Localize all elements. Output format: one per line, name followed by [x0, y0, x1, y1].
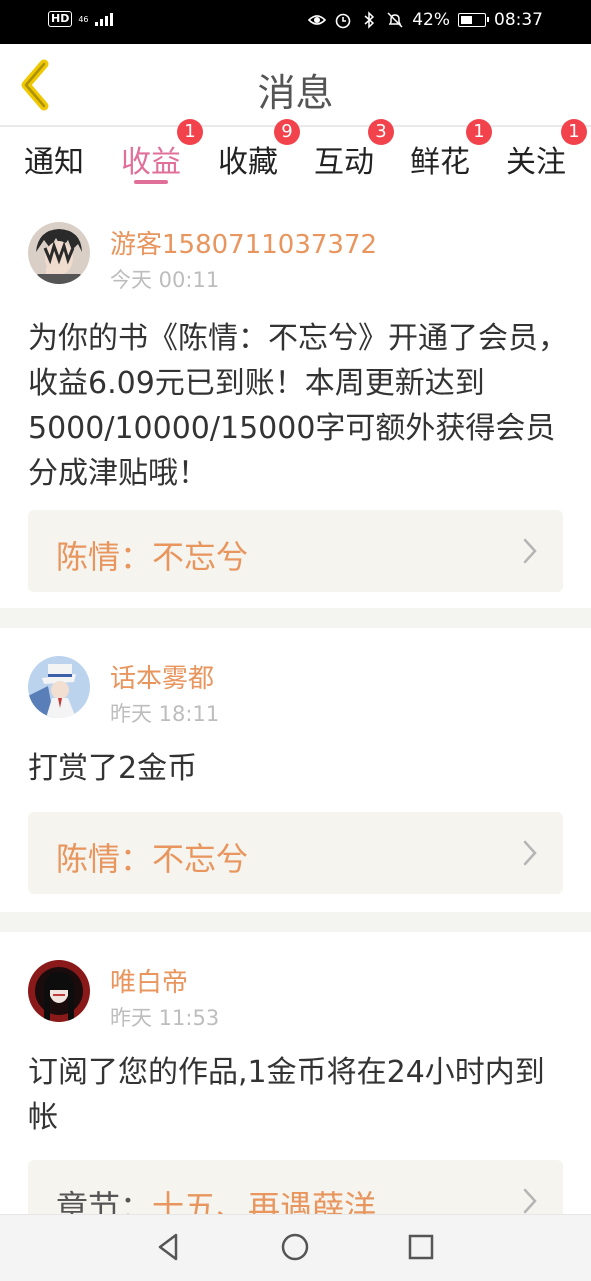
tab-earnings[interactable]: 收益 [121, 137, 181, 181]
tab-flowers-badge: 1 [466, 119, 492, 145]
tab-interactions[interactable]: 互动 [314, 137, 374, 181]
timestamp: 昨天 11:53 [110, 1006, 220, 1030]
message-text: 为你的书《陈情：不忘兮》开通了会员，收益6.09元已到账！本周更新达到5000/… [28, 321, 568, 491]
book-link[interactable]: 陈情：不忘兮 [28, 812, 563, 894]
message-list: 游客1580711037372 今天 00:11 为你的书《陈情：不忘兮》开通了… [0, 196, 591, 1214]
clock: 08:37 [494, 10, 543, 30]
message-text: 打赏了2金币 [28, 751, 198, 786]
message-card: 游客1580711037372 今天 00:11 为你的书《陈情：不忘兮》开通了… [0, 196, 591, 608]
tab-interactions-badge: 3 [368, 119, 394, 145]
active-tab-indicator [134, 180, 168, 184]
book-title: 陈情：不忘兮 [56, 538, 249, 576]
chapter-link[interactable]: 章节：十五、再遇薛洋 [28, 1160, 563, 1214]
username[interactable]: 唯白帝 [110, 962, 188, 999]
tab-favorites[interactable]: 收藏 [218, 137, 278, 181]
battery-icon [458, 13, 489, 27]
page-title: 消息 [257, 71, 334, 115]
message-card: 唯白帝 昨天 11:53 订阅了您的作品,1金币将在24小时内到帐 章节：十五、… [0, 932, 591, 1214]
avatar[interactable] [28, 960, 90, 1022]
chapter-prefix: 章节： [56, 1188, 153, 1214]
chapter-link-text: 章节：十五、再遇薛洋 [56, 1182, 376, 1214]
eye-icon [308, 15, 327, 25]
username[interactable]: 话本雾都 [110, 658, 214, 695]
status-bar: HD 46 42% 08:37 [0, 0, 591, 44]
tab-notifications[interactable]: 通知 [24, 137, 84, 181]
nav-back-icon[interactable] [152, 1230, 186, 1264]
battery-percent: 42% [412, 10, 450, 30]
tab-earnings-badge: 1 [177, 119, 203, 145]
timestamp: 今天 00:11 [110, 268, 220, 292]
message-card: 话本雾都 昨天 18:11 打赏了2金币 陈情：不忘兮 [0, 628, 591, 912]
mute-bell-icon [387, 12, 403, 28]
tab-flowers[interactable]: 鲜花 [410, 137, 470, 181]
bluetooth-icon [364, 11, 375, 29]
message-text: 订阅了您的作品,1金币将在24小时内到帐 [28, 1055, 545, 1135]
card-separator [0, 608, 591, 628]
avatar[interactable] [28, 656, 90, 718]
hd-indicator: HD [48, 11, 73, 27]
status-left: HD 46 [48, 11, 113, 27]
status-right: 42% 08:37 [308, 10, 543, 30]
alarm-icon [335, 13, 351, 29]
signal-icon [94, 12, 113, 26]
tab-bar: 通知 收益 1 收藏 9 互动 3 鲜花 1 关注 1 [0, 119, 591, 189]
tab-follows-badge: 1 [561, 119, 587, 145]
chevron-right-icon [523, 538, 537, 564]
book-link[interactable]: 陈情：不忘兮 [28, 510, 563, 592]
card-separator [0, 912, 591, 932]
chevron-right-icon [523, 1188, 537, 1214]
system-nav-bar [0, 1214, 591, 1281]
nav-home-icon[interactable] [278, 1230, 312, 1264]
chapter-title: 十五、再遇薛洋 [152, 1188, 377, 1214]
tab-follows[interactable]: 关注 [506, 137, 566, 181]
timestamp: 昨天 18:11 [110, 702, 220, 726]
network-type: 46 [78, 14, 89, 24]
username[interactable]: 游客1580711037372 [110, 224, 377, 261]
avatar[interactable] [28, 222, 90, 284]
tab-favorites-badge: 9 [274, 119, 300, 145]
book-title: 陈情：不忘兮 [56, 840, 249, 878]
nav-recents-icon[interactable] [404, 1230, 438, 1264]
chevron-right-icon [523, 840, 537, 866]
app-header: 消息 [0, 44, 591, 126]
